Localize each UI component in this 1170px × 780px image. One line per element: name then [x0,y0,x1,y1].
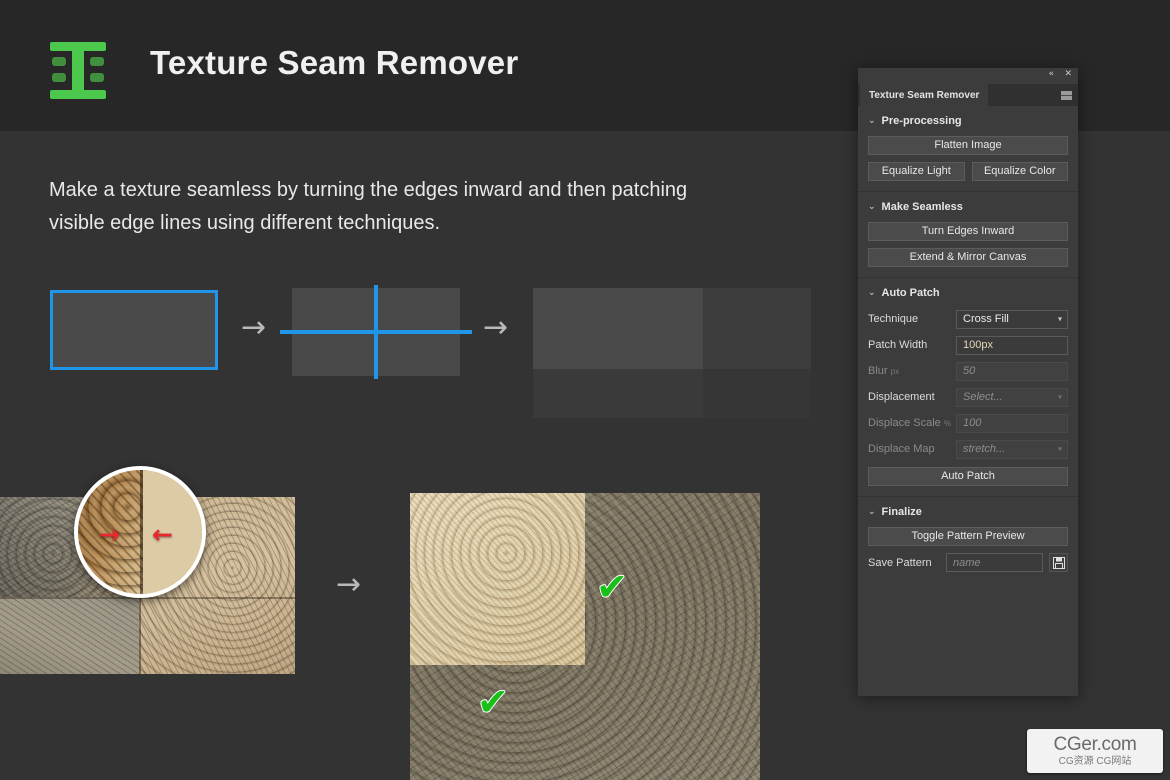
section-title: Finalize [881,506,922,518]
patched-region [410,493,585,665]
plugin-panel: « ✕ Texture Seam Remover ⌄ Pre-processin… [858,68,1078,696]
patched-seamless-texture [410,493,760,780]
field-displace-scale: Displace Scale % 100 [868,412,1068,434]
tile-bottom-right [703,369,811,418]
collapse-icon[interactable]: « [1048,70,1054,79]
field-label: Technique [868,313,919,325]
watermark: CGer.com CG资源 CG网站 [1027,729,1163,773]
magnifier-seam-line [140,470,143,594]
chevron-down-icon: ⌄ [868,288,876,298]
field-patch-width: Patch Width 100px [868,334,1068,356]
section-title: Auto Patch [881,287,940,299]
chevron-down-icon: ▾ [1057,392,1062,402]
diagram-step-edges-inward [280,285,472,379]
equalize-light-button[interactable]: Equalize Light [868,162,965,181]
seam-arrow-right-icon: → [99,520,120,549]
displace-scale-input[interactable]: 100 [956,413,1068,433]
texture-quadrant-bottom-left [0,597,139,674]
section-header-finalize[interactable]: ⌄ Finalize [868,506,1068,518]
i-beam-logo-icon [48,40,108,101]
field-label: Blur px [868,365,956,377]
workflow-diagram: → → [0,280,860,420]
diagram-step-original [50,290,218,370]
save-pattern-row: Save Pattern name [868,553,1068,572]
blur-value: 50 [963,365,976,377]
chevron-down-icon: ⌄ [868,202,876,212]
displace-scale-value: 100 [963,417,982,429]
page-title: Texture Seam Remover [150,44,519,81]
section-header-auto-patch[interactable]: ⌄ Auto Patch [868,287,1068,299]
check-icon: ✔ [476,680,510,724]
chevron-down-icon: ▾ [1057,444,1062,454]
displace-map-value: stretch... [963,443,1006,455]
chevron-down-icon: ⌄ [868,116,876,126]
field-displace-map: Displace Map stretch... ▾ [868,438,1068,460]
field-unit: px [890,367,900,376]
panel-tab-row: Texture Seam Remover [858,84,1078,106]
intro-text: Make a texture seamless by turning the e… [49,179,688,234]
patch-width-value: 100px [963,339,993,351]
section-finalize: ⌄ Finalize Toggle Pattern Preview Save P… [858,497,1078,582]
seam-closeup-magnifier [74,466,206,598]
seam-line-horizontal [280,330,472,334]
panel-titlebar: « ✕ [858,68,1078,84]
technique-select[interactable]: Cross Fill ▾ [956,309,1068,329]
save-pattern-label: Save Pattern [868,556,932,569]
section-make-seamless: ⌄ Make Seamless Turn Edges Inward Extend… [858,192,1078,278]
turn-edges-inward-button[interactable]: Turn Edges Inward [868,222,1068,241]
field-label-text: Displace Scale [868,417,941,429]
watermark-main: CGer.com [1053,734,1137,755]
section-auto-patch: ⌄ Auto Patch Technique Cross Fill ▾ Patc… [858,278,1078,497]
field-label: Displacement [868,391,935,403]
save-pattern-placeholder: name [953,556,981,569]
chevron-down-icon: ⌄ [868,507,876,517]
panel-body: ⌄ Pre-processing Flatten Image Equalize … [858,106,1078,696]
diagram-step-tiled [533,288,811,418]
equalize-button-row: Equalize Light Equalize Color [868,162,1068,181]
section-title: Pre-processing [881,115,962,127]
section-pre-processing: ⌄ Pre-processing Flatten Image Equalize … [858,106,1078,192]
tile-top-left [533,288,703,369]
field-blur: Blur px 50 [868,360,1068,382]
blur-input[interactable]: 50 [956,361,1068,381]
tile-bottom-left [533,369,703,418]
comparison-arrow: → [336,567,362,602]
tab-texture-seam-remover[interactable]: Texture Seam Remover [860,84,989,106]
field-technique: Technique Cross Fill ▾ [868,308,1068,330]
diagram-arrow-2: → [483,310,509,345]
chevron-down-icon: ▾ [1057,314,1062,324]
displace-map-select[interactable]: stretch... ▾ [956,439,1068,459]
watermark-sub: CG资源 CG网站 [1058,756,1132,767]
section-header-make-seamless[interactable]: ⌄ Make Seamless [868,201,1068,213]
seam-arrow-left-icon: ← [152,520,173,549]
field-label: Displace Scale % [868,417,956,429]
app-root: Texture Seam Remover Make a texture seam… [0,0,1170,780]
auto-patch-button[interactable]: Auto Patch [868,467,1068,486]
field-label: Displace Map [868,443,935,455]
displacement-select[interactable]: Select... ▾ [956,387,1068,407]
flatten-image-button[interactable]: Flatten Image [868,136,1068,155]
displacement-value: Select... [963,391,1003,403]
section-header-pre-processing[interactable]: ⌄ Pre-processing [868,115,1068,127]
equalize-color-button[interactable]: Equalize Color [971,162,1068,181]
extend-mirror-canvas-button[interactable]: Extend & Mirror Canvas [868,248,1068,267]
section-title: Make Seamless [881,201,963,213]
save-icon[interactable] [1049,553,1068,572]
field-unit: % [943,419,951,428]
toggle-pattern-preview-button[interactable]: Toggle Pattern Preview [868,527,1068,546]
save-pattern-input[interactable]: name [946,553,1043,572]
panel-menu-icon[interactable] [1061,91,1072,100]
field-displacement: Displacement Select... ▾ [868,386,1068,408]
field-label-text: Blur [868,365,888,377]
close-icon[interactable]: ✕ [1064,70,1072,79]
technique-value: Cross Fill [963,313,1009,325]
patch-width-input[interactable]: 100px [956,335,1068,355]
field-label: Patch Width [868,339,928,351]
check-icon: ✔ [595,565,629,609]
tile-top-right [703,288,811,369]
diagram-arrow-1: → [241,310,267,345]
